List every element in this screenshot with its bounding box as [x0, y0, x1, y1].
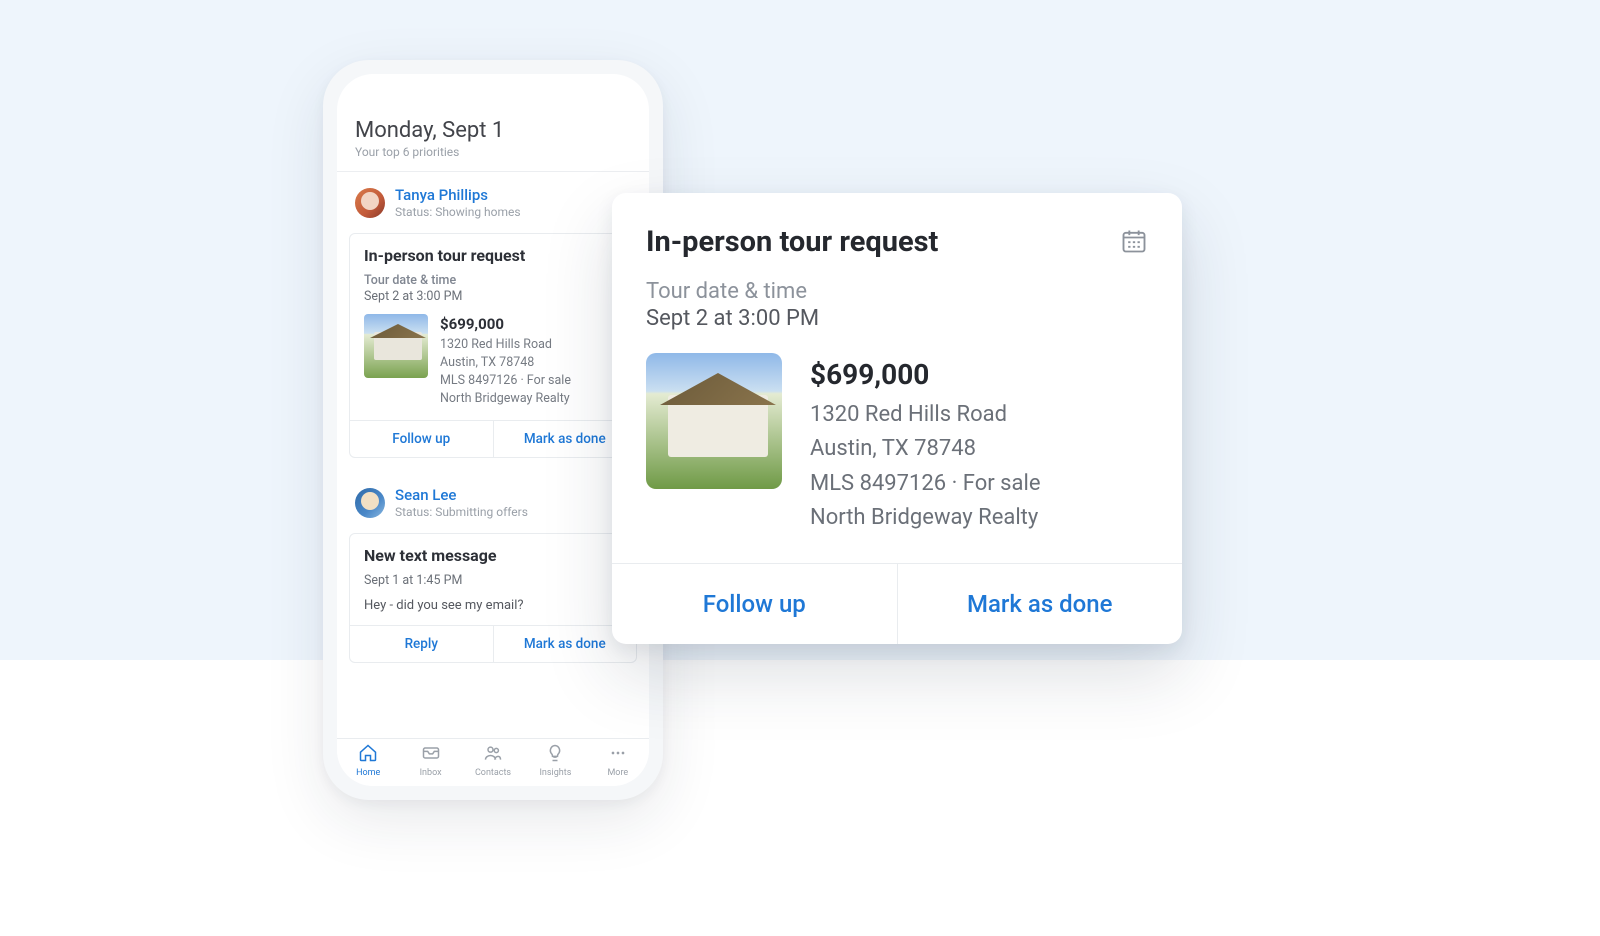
- contact-name[interactable]: Tanya Phillips: [395, 186, 521, 204]
- popup-line: North Bridgeway Realty: [810, 501, 1041, 535]
- calendar-icon[interactable]: [1120, 227, 1148, 255]
- screen-scroll[interactable]: Monday, Sept 1 Your top 6 priorities Tan…: [337, 74, 649, 738]
- popup-title: In-person tour request: [646, 225, 938, 259]
- tour-request-popup: In-person tour request Tour date & time …: [612, 193, 1182, 644]
- card-actions: Follow up Mark as done: [350, 420, 636, 457]
- phone-screen: Monday, Sept 1 Your top 6 priorities Tan…: [337, 74, 649, 786]
- nav-label: More: [607, 768, 628, 778]
- nav-label: Home: [356, 768, 380, 778]
- popup-follow-up-button[interactable]: Follow up: [612, 564, 897, 644]
- popup-mark-done-button[interactable]: Mark as done: [897, 564, 1183, 644]
- contact-status: Status: Submitting offers: [395, 505, 528, 519]
- listing-line: MLS 8497126 · For sale: [440, 372, 571, 390]
- popup-listing-thumbnail[interactable]: [646, 353, 782, 489]
- follow-up-button[interactable]: Follow up: [350, 421, 493, 457]
- card-meta-label: Tour date & time: [364, 273, 622, 288]
- popup-line: 1320 Red Hills Road: [810, 398, 1041, 432]
- nav-more[interactable]: More: [587, 743, 649, 778]
- popup-meta-value: Sept 2 at 3:00 PM: [646, 306, 1148, 331]
- text-message-card[interactable]: New text message Sept 1 at 1:45 PM Hey -…: [349, 533, 637, 663]
- contact-status: Status: Showing homes: [395, 205, 521, 219]
- nav-home[interactable]: Home: [337, 743, 399, 778]
- popup-price: $699,000: [810, 353, 1041, 396]
- nav-inbox[interactable]: Inbox: [399, 743, 461, 778]
- popup-listing: $699,000 1320 Red Hills Road Austin, TX …: [646, 353, 1148, 535]
- popup-line: MLS 8497126 · For sale: [810, 467, 1041, 501]
- nav-contacts[interactable]: Contacts: [462, 743, 524, 778]
- listing-info: $699,000 1320 Red Hills Road Austin, TX …: [440, 314, 571, 408]
- nav-label: Inbox: [420, 768, 442, 778]
- card-title: New text message: [364, 546, 622, 565]
- card-actions: Reply Mark as done: [350, 625, 636, 662]
- bottom-nav: Home Inbox Contacts: [337, 738, 649, 786]
- header: Monday, Sept 1 Your top 6 priorities: [337, 74, 649, 172]
- header-date: Monday, Sept 1: [355, 118, 631, 143]
- nav-insights[interactable]: Insights: [524, 743, 586, 778]
- listing: $699,000 1320 Red Hills Road Austin, TX …: [364, 314, 622, 408]
- contact-row[interactable]: Tanya Phillips Status: Showing homes: [337, 172, 649, 227]
- contact-meta: Tanya Phillips Status: Showing homes: [395, 186, 521, 219]
- listing-line: North Bridgeway Realty: [440, 390, 571, 408]
- message-body: Hey - did you see my email?: [364, 598, 622, 613]
- listing-line: Austin, TX 78748: [440, 354, 571, 372]
- reply-button[interactable]: Reply: [350, 626, 493, 662]
- listing-price: $699,000: [440, 314, 571, 336]
- contacts-icon: [483, 743, 503, 766]
- listing-thumbnail[interactable]: [364, 314, 428, 378]
- tour-request-card[interactable]: In-person tour request Tour date & time …: [349, 233, 637, 458]
- home-icon: [358, 743, 378, 766]
- card-title: In-person tour request: [364, 246, 622, 265]
- contact-meta: Sean Lee Status: Submitting offers: [395, 486, 528, 519]
- header-subtitle: Your top 6 priorities: [355, 145, 631, 159]
- avatar: [355, 188, 385, 218]
- nav-label: Contacts: [475, 768, 511, 778]
- more-icon: [608, 743, 628, 766]
- insights-icon: [545, 743, 565, 766]
- card-meta-value: Sept 1 at 1:45 PM: [364, 573, 622, 588]
- popup-line: Austin, TX 78748: [810, 432, 1041, 466]
- inbox-icon: [421, 743, 441, 766]
- popup-meta-label: Tour date & time: [646, 279, 1148, 304]
- card-meta-value: Sept 2 at 3:00 PM: [364, 289, 622, 304]
- listing-line: 1320 Red Hills Road: [440, 336, 571, 354]
- avatar: [355, 488, 385, 518]
- popup-actions: Follow up Mark as done: [612, 563, 1182, 644]
- nav-label: Insights: [539, 768, 571, 778]
- contact-row[interactable]: Sean Lee Status: Submitting offers: [337, 472, 649, 527]
- contact-name[interactable]: Sean Lee: [395, 486, 528, 504]
- popup-listing-info: $699,000 1320 Red Hills Road Austin, TX …: [810, 353, 1041, 535]
